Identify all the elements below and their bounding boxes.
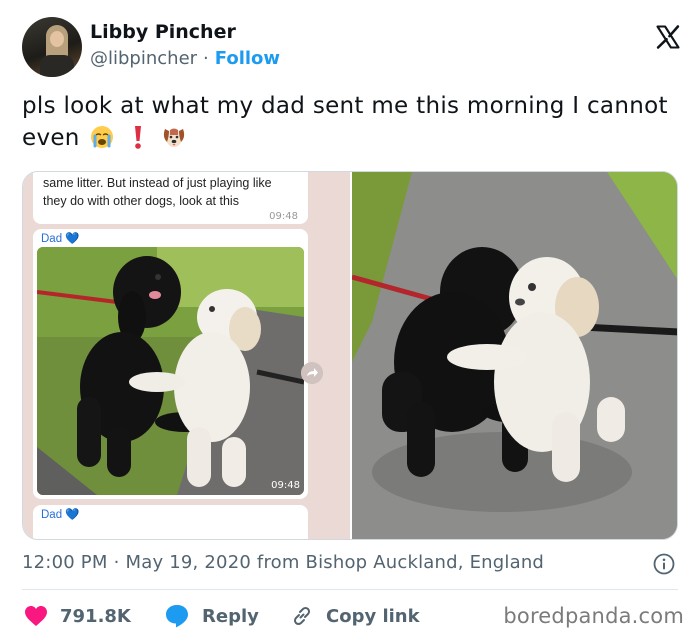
info-icon[interactable] [653,553,675,575]
author-name[interactable]: Libby Pincher [90,21,236,43]
chat-screenshot-image[interactable]: same litter. But instead of just playing… [23,172,350,539]
reply-button[interactable]: Reply [164,603,259,629]
chat-photo-time: 09:48 [271,480,300,491]
chat-message-bubble: same litter. But instead of just playing… [33,172,308,224]
avatar[interactable] [22,17,82,77]
dogs-hugging-image[interactable] [352,172,677,539]
forward-icon[interactable] [301,362,323,384]
like-button[interactable]: 791.8K [24,603,131,629]
tweet-body: pls look at what my dad sent me this mor… [22,93,668,151]
copy-link-button[interactable]: Copy link [290,603,420,629]
dog-emoji-icon [163,128,184,147]
watermark: boredpanda.com [503,604,684,628]
reply-bubble-icon [166,605,188,628]
tweet-time: 12:00 PM [22,552,108,573]
follow-button[interactable]: Follow [215,48,280,69]
tweet-date-location: May 19, 2020 from Bishop Auckland, Engla… [125,552,545,573]
like-count: 791.8K [60,605,131,627]
copy-link-label: Copy link [326,605,420,627]
tweet-timestamp[interactable]: 12:00 PM · May 19, 2020 from Bishop Auckla… [22,552,544,573]
exclamation-emoji-icon [134,126,141,149]
heart-icon [25,606,47,626]
crying-emoji-icon [91,126,114,148]
x-logo-icon[interactable] [654,23,682,51]
tweet-media: same litter. But instead of just playing… [22,171,678,540]
meta-dot: · [113,552,120,573]
link-icon [293,606,311,626]
divider [22,589,678,590]
chat-sender-name: Dad 💙 [41,233,80,245]
author-handle-row: @libpincher · Follow [90,48,280,69]
tweet-header: Libby Pincher @libpincher · Follow [22,17,682,79]
chat-photo-bubble: Dad 💙 09:48 [33,229,308,499]
chat-message-text: same litter. But instead of just playing… [43,176,272,208]
separator-dot: · [203,48,209,69]
chat-message-time: 09:48 [269,211,298,222]
author-handle[interactable]: @libpincher [90,48,197,69]
dogs-photo-small [37,247,304,495]
reply-label: Reply [202,605,259,627]
tweet-text: pls look at what my dad sent me this mor… [22,90,682,154]
chat-sender-name-2: Dad 💙 [41,509,80,521]
chat-next-bubble: Dad 💙 [33,505,308,539]
